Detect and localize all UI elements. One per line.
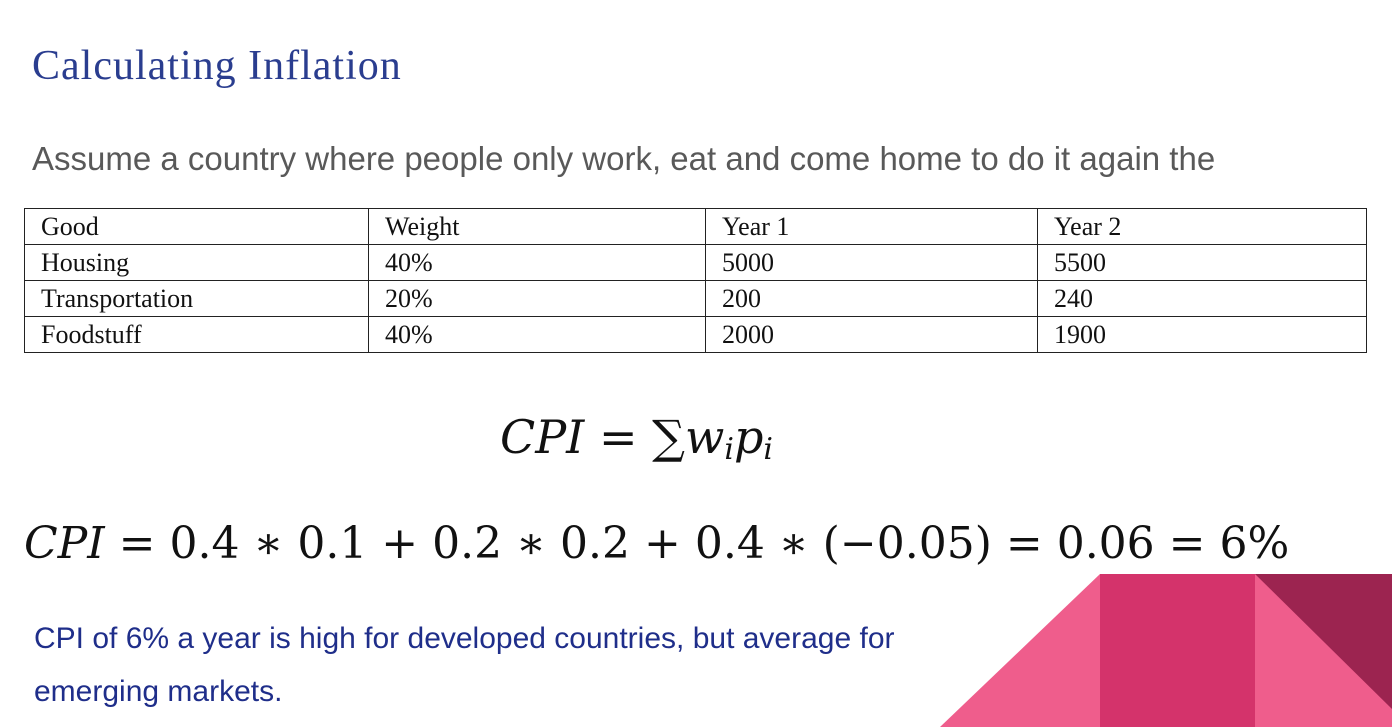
formula-equals: = [598, 410, 638, 464]
table-header-cell: Weight [368, 208, 706, 245]
table-cell: 40% [368, 316, 706, 353]
price-symbol: p [733, 410, 764, 464]
deco-mid-shape [1100, 574, 1255, 727]
price-subscript: i [763, 432, 774, 467]
table-row: Transportation 20% 200 240 [24, 280, 1367, 317]
computed-formula-lhs: CPI [24, 518, 105, 569]
weight-subscript: i [724, 432, 734, 467]
table-row: Foodstuff 40% 2000 1900 [24, 316, 1367, 353]
summation-symbol: ∑ [652, 410, 685, 464]
slide: Calculating Inflation Assume a country w… [0, 0, 1392, 727]
table-cell: 20% [368, 280, 706, 317]
decorative-triangles [940, 574, 1392, 727]
table-cell: Foodstuff [24, 316, 369, 353]
table-cell: 5000 [705, 244, 1038, 281]
goods-table: Good Weight Year 1 Year 2 Housing 40% 50… [24, 208, 1367, 353]
table-header-cell: Year 1 [705, 208, 1038, 245]
slide-title: Calculating Inflation [32, 43, 402, 89]
table-cell: 40% [368, 244, 706, 281]
weight-symbol: w [684, 410, 725, 464]
table-header-cell: Year 2 [1037, 208, 1367, 245]
intro-text: Assume a country where people only work,… [32, 140, 1216, 177]
cpi-computed-formula: CPI = 0.4 ∗ 0.1 + 0.2 ∗ 0.2 + 0.4 ∗ (−0.… [24, 518, 1289, 569]
table-cell: 2000 [705, 316, 1038, 353]
table-row: Housing 40% 5000 5500 [24, 244, 1367, 281]
table-cell: 1900 [1037, 316, 1367, 353]
table-cell: Transportation [24, 280, 369, 317]
table-cell: 240 [1037, 280, 1367, 317]
table-cell: 5500 [1037, 244, 1367, 281]
formula-lhs: CPI [500, 410, 585, 464]
table-header-cell: Good [24, 208, 369, 245]
computed-formula-rhs: = 0.4 ∗ 0.1 + 0.2 ∗ 0.2 + 0.4 ∗ (−0.05) … [104, 518, 1290, 569]
conclusion-text: CPI of 6% a year is high for developed c… [34, 622, 895, 708]
table-cell: Housing [24, 244, 369, 281]
table-header-row: Good Weight Year 1 Year 2 [24, 208, 1367, 245]
table-cell: 200 [705, 280, 1038, 317]
cpi-general-formula: CPI = ∑wipi [500, 410, 773, 467]
